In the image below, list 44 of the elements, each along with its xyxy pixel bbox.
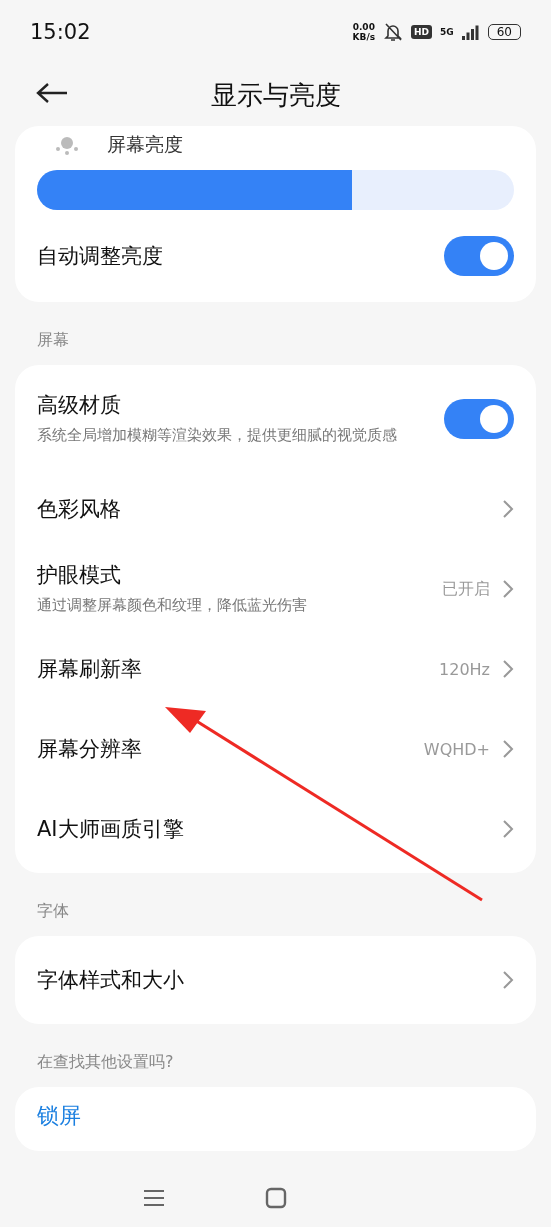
section-title: 在查找其他设置吗? bbox=[36, 1051, 175, 1073]
setting-label: 高级材质 bbox=[37, 392, 122, 419]
setting-description: 通过调整屏幕颜色和纹理，降低蓝光伤害 bbox=[37, 595, 308, 616]
setting-row[interactable]: AI大师画质引擎 bbox=[15, 789, 536, 869]
bell-muted-icon bbox=[383, 22, 404, 42]
battery-indicator: 60 bbox=[487, 24, 521, 40]
setting-row[interactable]: 屏幕分辨率 WQHD+ bbox=[15, 709, 536, 789]
setting-label: 屏幕分辨率 bbox=[37, 736, 143, 763]
clock: 15:02 bbox=[30, 20, 91, 44]
setting-label: 屏幕刷新率 bbox=[37, 656, 143, 683]
setting-label: 字体样式和大小 bbox=[37, 967, 185, 994]
chevron-icon bbox=[502, 659, 514, 679]
setting-row[interactable]: 屏幕刷新率 120Hz bbox=[15, 629, 536, 709]
setting-value: 已开启 bbox=[442, 578, 490, 600]
toggle-switch[interactable] bbox=[444, 399, 514, 439]
hd-badge: HD bbox=[411, 25, 433, 39]
setting-row[interactable]: 护眼模式 通过调整屏幕颜色和纹理，降低蓝光伤害 已开启 bbox=[15, 549, 536, 629]
chevron-icon bbox=[502, 739, 514, 759]
chevron-icon bbox=[502, 579, 514, 599]
setting-description: 系统全局增加模糊等渲染效果，提供更细腻的视觉质感 bbox=[37, 425, 398, 446]
setting-row[interactable]: 色彩风格 bbox=[15, 469, 536, 549]
chevron-icon bbox=[502, 819, 514, 839]
section-title: 字体 bbox=[36, 900, 70, 922]
setting-value: 120Hz bbox=[439, 659, 490, 679]
home-icon[interactable] bbox=[265, 1187, 287, 1209]
brightness-slider[interactable] bbox=[37, 170, 514, 210]
page-title: 显示与亮度 bbox=[210, 78, 341, 112]
toggle-switch[interactable] bbox=[444, 236, 514, 276]
setting-label: AI大师画质引擎 bbox=[37, 816, 185, 843]
setting-label: 自动调整亮度 bbox=[37, 243, 164, 270]
chevron-icon bbox=[502, 970, 514, 990]
brightness-label: 屏幕亮度 bbox=[107, 132, 183, 157]
setting-label: 色彩风格 bbox=[37, 496, 122, 523]
network-speed: 0.00 KB/s bbox=[352, 22, 376, 42]
menu-icon[interactable] bbox=[143, 1189, 165, 1207]
back-arrow-icon[interactable] bbox=[36, 82, 68, 104]
setting-value: WQHD+ bbox=[423, 739, 490, 759]
signal-icon bbox=[461, 24, 480, 40]
sun-icon bbox=[55, 135, 79, 155]
network-type: 5G bbox=[440, 27, 454, 37]
chevron-icon bbox=[502, 499, 514, 519]
setting-label: 护眼模式 bbox=[37, 562, 122, 589]
section-title: 屏幕 bbox=[36, 329, 70, 351]
suggestion-link[interactable]: 锁屏 bbox=[37, 1101, 81, 1131]
